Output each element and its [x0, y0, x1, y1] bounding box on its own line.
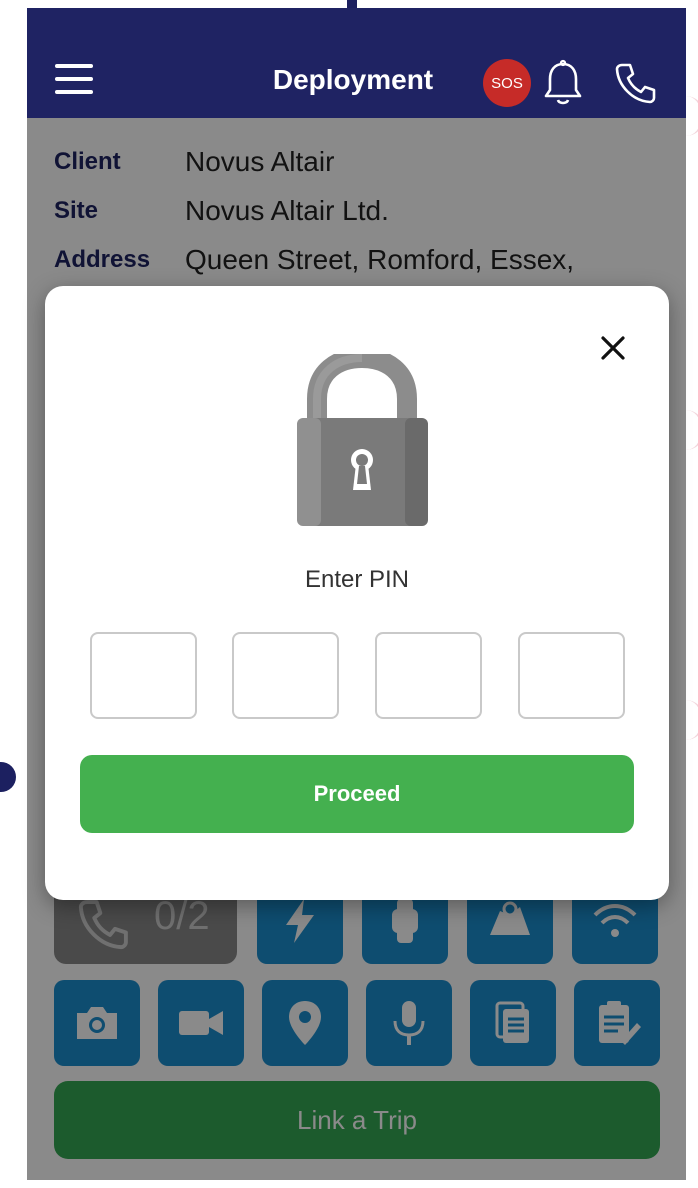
proceed-button[interactable]: Proceed — [80, 755, 634, 833]
lock-icon — [297, 354, 428, 526]
page: Deployment SOS Client Novus Altair Site … — [0, 0, 698, 1188]
close-icon — [601, 336, 625, 360]
page-title: Deployment — [272, 64, 434, 95]
pin-dialog: Enter PIN Proceed — [45, 286, 669, 900]
sos-button[interactable]: SOS — [483, 59, 531, 107]
pin-digit-3[interactable] — [375, 632, 482, 719]
pin-digit-2[interactable] — [232, 632, 339, 719]
app-bar: Deployment SOS — [27, 8, 686, 118]
decorative-connector-line — [347, 0, 357, 8]
decorative-arc — [686, 96, 698, 136]
decorative-dot — [0, 762, 16, 792]
close-button[interactable] — [595, 330, 631, 366]
decorative-arc — [686, 410, 698, 450]
pin-digit-4[interactable] — [518, 632, 625, 719]
hamburger-menu-icon[interactable] — [55, 64, 93, 94]
bell-icon[interactable] — [543, 58, 583, 108]
phone-icon[interactable] — [613, 60, 659, 106]
decorative-arc — [686, 700, 698, 740]
pin-digit-1[interactable] — [90, 632, 197, 719]
enter-pin-label: Enter PIN — [304, 566, 410, 593]
